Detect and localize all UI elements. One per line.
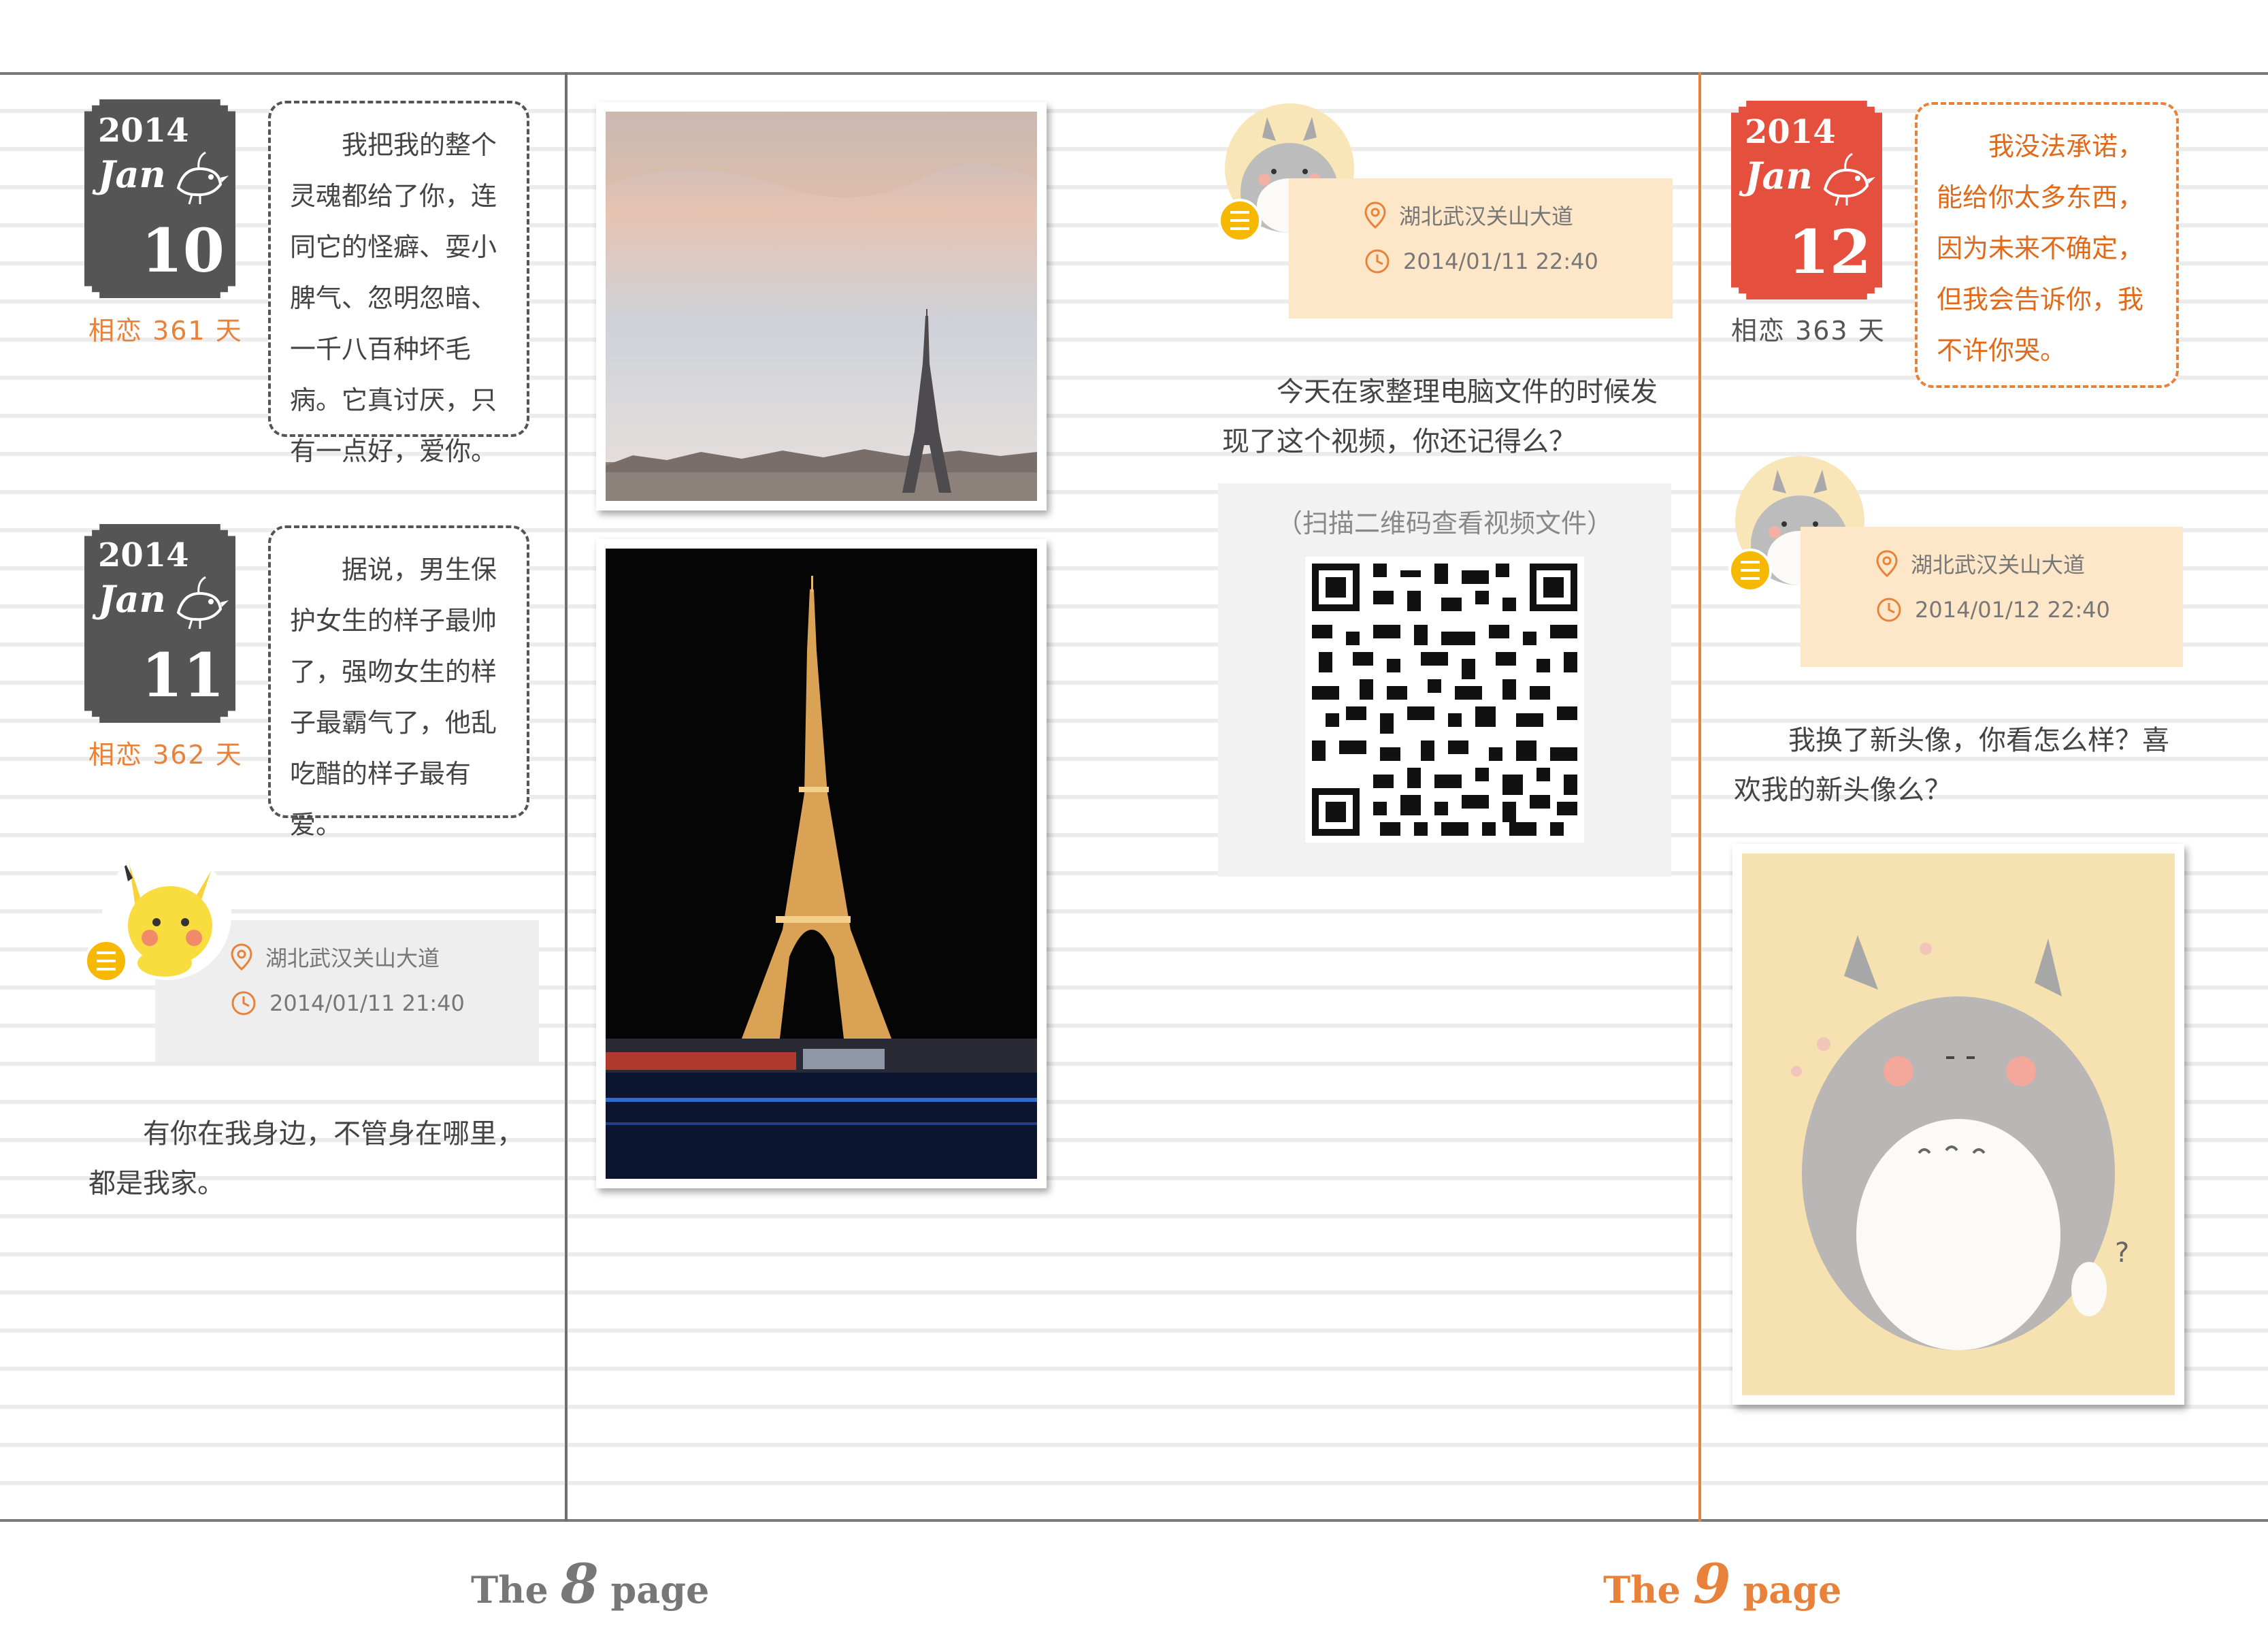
location-row: 湖北武汉关山大道	[1364, 192, 1659, 238]
page-number-8: The 8 page	[471, 1552, 709, 1616]
location-pin-icon	[231, 943, 252, 971]
page-prefix: The	[471, 1568, 548, 1612]
badge-icon	[84, 939, 128, 983]
location-text: 湖北武汉关山大道	[1911, 552, 2086, 578]
badge-month: Jan	[1745, 154, 1813, 197]
badge-icon	[1728, 549, 1772, 592]
badge-day: 11	[141, 640, 225, 711]
bird-icon	[176, 576, 229, 630]
love-days-counter: 相恋 363 天	[1731, 316, 1886, 346]
location-row: 湖北武汉关山大道	[230, 934, 525, 980]
badge-day: 10	[141, 215, 225, 286]
love-days-counter: 相恋 361 天	[88, 316, 243, 346]
page-number-9: The 9 page	[1603, 1552, 1841, 1616]
date-badge-jan-10: 2014 Jan 10	[84, 99, 235, 298]
location-text: 湖北武汉关山大道	[265, 945, 440, 971]
location-pin-icon	[1876, 550, 1898, 577]
date-badge-jan-11: 2014 Jan 11	[84, 524, 235, 723]
time-row: 2014/01/11 22:40	[1364, 238, 1659, 284]
post-text: 有你在我身边，不管身在哪里，都是我家。	[88, 1118, 524, 1199]
location-card: 湖北武汉关山大道 2014/01/11 22:40	[1289, 178, 1673, 319]
eiffel-tower-night-image	[606, 549, 1037, 1179]
qr-code-panel: （扫描二维码查看视频文件）	[1218, 483, 1671, 877]
time-row: 2014/01/12 22:40	[1875, 587, 2169, 633]
badge-month: Jan	[98, 577, 166, 621]
badge-icon	[1218, 199, 1262, 242]
page-suffix: page	[1743, 1568, 1842, 1612]
page-suffix: page	[610, 1568, 710, 1612]
timestamp: 2014/01/11 21:40	[269, 990, 465, 1016]
photo-eiffel-day[interactable]	[596, 102, 1047, 510]
timestamp: 2014/01/12 22:40	[1915, 597, 2110, 623]
bird-icon	[176, 151, 229, 205]
location-card: 湖北武汉关山大道 2014/01/12 22:40	[1801, 527, 2183, 667]
entry-note: 我没法承诺，能给你太多东西，因为未来不确定，但我会告诉你，我不许你哭。	[1915, 102, 2179, 388]
photo-totoro[interactable]: ?	[1732, 844, 2184, 1405]
eiffel-tower-day-image	[606, 112, 1037, 501]
page-prefix: The	[1603, 1568, 1681, 1612]
qr-caption: （扫描二维码查看视频文件）	[1276, 508, 1613, 538]
clock-icon	[231, 991, 256, 1015]
totoro-large-image: ?	[1742, 853, 2175, 1395]
love-days-counter: 相恋 362 天	[88, 740, 243, 770]
timestamp: 2014/01/11 22:40	[1403, 248, 1598, 274]
location-row: 湖北武汉关山大道	[1875, 540, 2169, 587]
badge-year: 2014	[98, 112, 189, 150]
bird-icon	[1823, 152, 1875, 206]
post-text: 我换了新头像，你看怎么样？喜欢我的新头像么？	[1734, 725, 2169, 806]
time-row: 2014/01/11 21:40	[230, 980, 525, 1026]
post-text: 今天在家整理电脑文件的时候发现了这个视频，你还记得么？	[1222, 376, 1658, 457]
entry-note: 我把我的整个灵魂都给了你，连同它的怪癖、耍小脾气、忽明忽暗、一千八百种坏毛病。它…	[268, 101, 529, 466]
clock-icon	[1877, 598, 1901, 622]
page-divider-right	[1698, 72, 1701, 1522]
badge-month: Jan	[98, 152, 166, 196]
location-pin-icon	[1364, 201, 1386, 229]
badge-year: 2014	[98, 536, 189, 574]
page-num: 8	[560, 1552, 599, 1616]
qr-code-icon[interactable]	[1305, 557, 1584, 843]
photo-eiffel-night[interactable]	[596, 539, 1047, 1188]
svg-text:?: ?	[2115, 1237, 2129, 1269]
date-badge-jan-12: 2014 Jan 12	[1731, 101, 1882, 299]
badge-year: 2014	[1745, 113, 1836, 151]
location-text: 湖北武汉关山大道	[1399, 203, 1574, 229]
page-divider-left	[565, 72, 568, 1522]
clock-icon	[1365, 249, 1390, 274]
badge-day: 12	[1788, 216, 1871, 287]
entry-note: 据说，男生保护女生的样子最帅了，强吻女生的样子最霸气了，他乱吃醋的样子最有爱。	[268, 525, 529, 840]
page-num: 9	[1692, 1552, 1731, 1616]
